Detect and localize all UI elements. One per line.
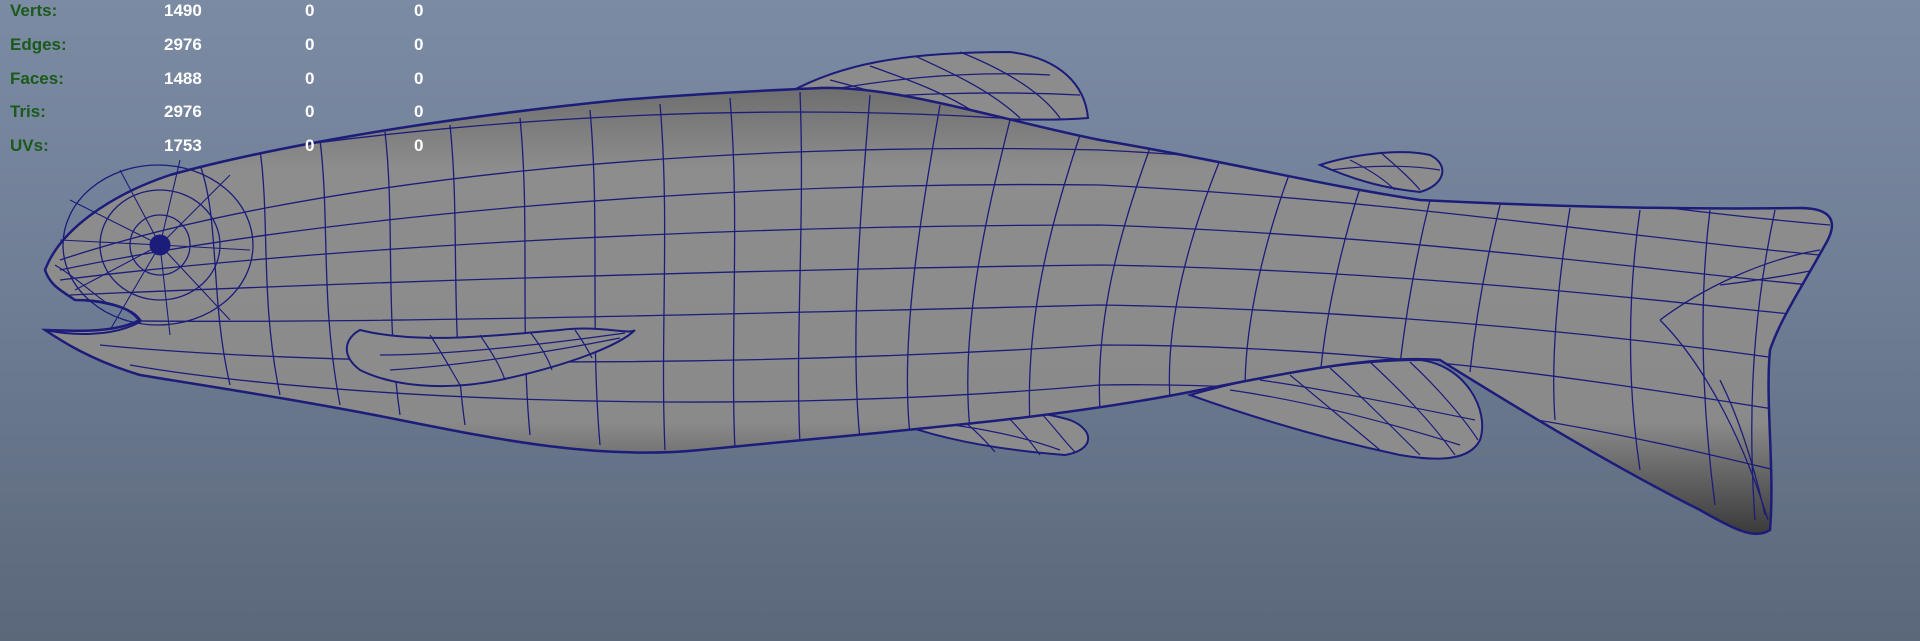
hud-row-edges: Edges: 2976 0 0 [0, 35, 460, 55]
hud-value: 2976 [164, 102, 202, 121]
hud-value: 0 [414, 102, 424, 121]
hud-label: Verts: [10, 1, 58, 20]
hud-value: 0 [414, 35, 424, 54]
hud-label: Faces: [10, 69, 64, 88]
hud-row-verts: Verts: 1490 0 0 [0, 1, 460, 21]
hud-value: 0 [305, 136, 315, 155]
poly-count-hud: Verts: 1490 0 0 Edges: 2976 0 0 Faces: 1… [0, 0, 460, 160]
hud-row-uvs: UVs: 1753 0 0 [0, 136, 460, 156]
viewport-3d[interactable]: Verts: 1490 0 0 Edges: 2976 0 0 Faces: 1… [0, 0, 1920, 641]
hud-row-tris: Tris: 2976 0 0 [0, 102, 460, 122]
hud-label: UVs: [10, 136, 49, 155]
hud-value: 1753 [164, 136, 202, 155]
hud-value: 0 [305, 102, 315, 121]
hud-value: 0 [305, 1, 315, 20]
hud-value: 0 [305, 35, 315, 54]
hud-label: Edges: [10, 35, 67, 54]
hud-value: 1488 [164, 69, 202, 88]
hud-value: 0 [414, 1, 424, 20]
hud-value: 0 [414, 136, 424, 155]
hud-value: 1490 [164, 1, 202, 20]
hud-value: 0 [414, 69, 424, 88]
hud-row-faces: Faces: 1488 0 0 [0, 69, 460, 89]
hud-value: 0 [305, 69, 315, 88]
hud-label: Tris: [10, 102, 46, 121]
hud-value: 2976 [164, 35, 202, 54]
